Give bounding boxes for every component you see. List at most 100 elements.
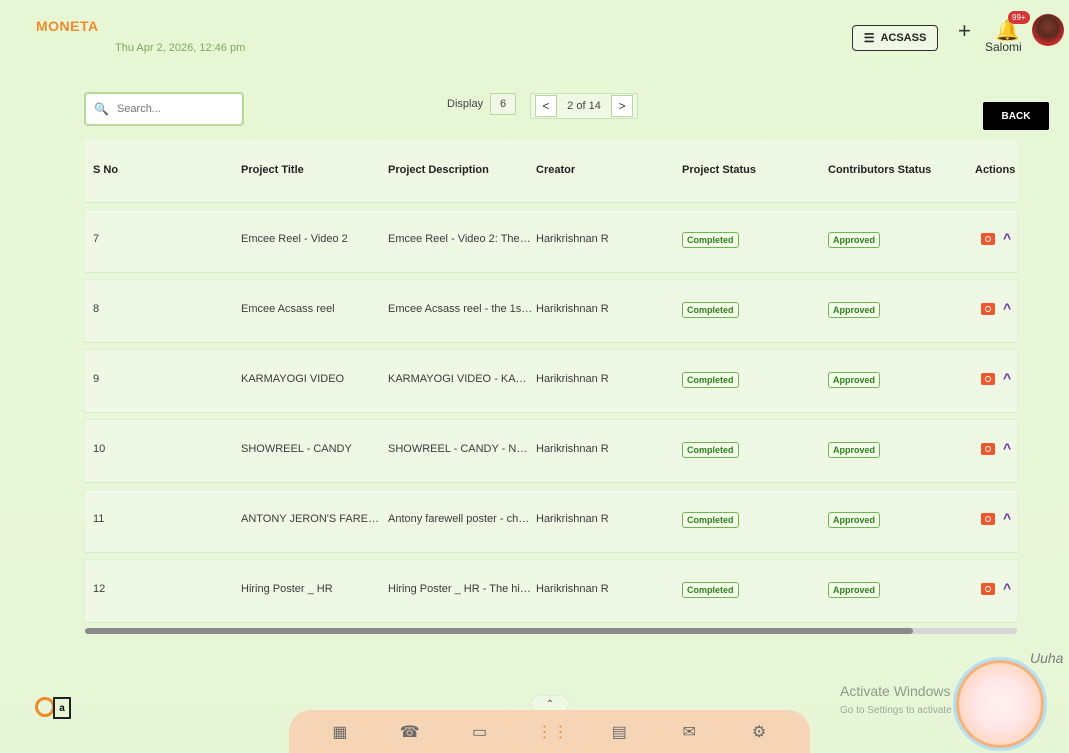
view-icon[interactable] xyxy=(981,443,995,455)
cell-creator: Harikrishnan R xyxy=(536,233,609,245)
table-row[interactable]: 8 Emcee Acsass reel Emcee Acsass reel - … xyxy=(85,280,1017,342)
project-status-badge: Completed xyxy=(682,442,739,458)
pagination: < 2 of 14 > xyxy=(530,93,638,119)
cell-description: KARMAYOGI VIDEO - KARMA… xyxy=(388,373,533,385)
contributors-status-badge: Approved xyxy=(828,512,881,528)
filter-icon: ☰ xyxy=(863,31,875,45)
activate-windows-title: Activate Windows xyxy=(840,683,951,699)
contributors-status-badge: Approved xyxy=(828,442,881,458)
contributors-status-badge: Approved xyxy=(828,302,881,318)
header-actions: Actions xyxy=(975,164,1016,176)
table-header: S No Project Title Project Description C… xyxy=(85,140,1017,203)
top-bar: MONETA Thu Apr 2, 2026, 12:46 pm ☰ ACSAS… xyxy=(0,0,1069,60)
project-status-badge: Completed xyxy=(682,512,739,528)
cell-sno: 10 xyxy=(93,443,106,455)
back-button[interactable]: BACK xyxy=(983,102,1049,130)
video-icon[interactable]: ▭ xyxy=(467,722,493,742)
megaphone-icon[interactable]: ✉ xyxy=(676,722,702,742)
mascot-avatar[interactable] xyxy=(956,660,1044,748)
user-avatar[interactable] xyxy=(1032,14,1064,46)
cell-creator: Harikrishnan R xyxy=(536,303,609,315)
circle-icon xyxy=(35,697,55,717)
current-datetime: Thu Apr 2, 2026, 12:46 pm xyxy=(115,42,246,54)
chevron-up-icon[interactable]: ^ xyxy=(1003,230,1011,246)
chevron-up-icon[interactable]: ^ xyxy=(1003,580,1011,596)
chevron-up-icon[interactable]: ^ xyxy=(1003,370,1011,386)
chevron-up-icon: ⌃ xyxy=(545,698,555,710)
next-page-button[interactable]: > xyxy=(611,95,633,117)
view-icon[interactable] xyxy=(981,233,995,245)
search-input[interactable] xyxy=(114,102,239,116)
cell-description: SHOWREEL - CANDY - Nearly… xyxy=(388,443,533,455)
chevron-up-icon[interactable]: ^ xyxy=(1003,510,1011,526)
cell-title: ANTONY JERON'S FAREWEL… xyxy=(241,513,381,525)
contributors-status-badge: Approved xyxy=(828,232,881,248)
dashboard-icon[interactable]: ▦ xyxy=(327,722,353,742)
project-status-badge: Completed xyxy=(682,232,739,248)
header-sno: S No xyxy=(93,164,119,176)
view-icon[interactable] xyxy=(981,583,995,595)
settings-icon[interactable]: ⚙ xyxy=(746,722,772,742)
cell-sno: 8 xyxy=(93,303,100,315)
horizontal-scrollbar[interactable] xyxy=(85,628,1017,634)
cell-creator: Harikrishnan R xyxy=(536,443,609,455)
header-project-status: Project Status xyxy=(682,164,756,176)
app-root: MONETA Thu Apr 2, 2026, 12:46 pm ☰ ACSAS… xyxy=(0,0,1069,753)
view-icon[interactable] xyxy=(981,513,995,525)
cell-title: SHOWREEL - CANDY xyxy=(241,443,352,455)
cell-description: Antony farewell poster - cha… xyxy=(388,513,533,525)
cell-title: KARMAYOGI VIDEO xyxy=(241,373,345,385)
cell-description: Hiring Poster _ HR - The hiri… xyxy=(388,583,533,595)
document-icon[interactable]: ▤ xyxy=(606,722,632,742)
cell-sno: 9 xyxy=(93,373,100,385)
header-creator: Creator xyxy=(536,164,576,176)
phone-icon[interactable]: ☎ xyxy=(397,722,423,742)
projects-table: S No Project Title Project Description C… xyxy=(85,140,1017,630)
table-row[interactable]: 11 ANTONY JERON'S FAREWEL… Antony farewe… xyxy=(85,490,1017,552)
chevron-up-icon[interactable]: ^ xyxy=(1003,300,1011,316)
table-row[interactable]: 10 SHOWREEL - CANDY SHOWREEL - CANDY - N… xyxy=(85,420,1017,482)
cell-sno: 11 xyxy=(93,513,105,525)
header-contributors-status: Contributors Status xyxy=(828,164,932,176)
organization-label: ACSASS xyxy=(880,32,927,44)
scrollbar-thumb[interactable] xyxy=(85,628,913,634)
user-name: Salomi xyxy=(985,40,1022,54)
display-label: Display xyxy=(447,98,484,110)
a-icon: a xyxy=(53,697,71,719)
display-count[interactable]: 6 xyxy=(490,93,516,115)
cell-creator: Harikrishnan R xyxy=(536,583,609,595)
cell-sno: 12 xyxy=(93,583,106,595)
signature: Uuha xyxy=(1030,650,1064,666)
header-project-title: Project Title xyxy=(241,164,304,176)
prev-page-button[interactable]: < xyxy=(535,95,557,117)
apps-icon[interactable]: ⋮⋮ xyxy=(536,722,568,742)
table-row[interactable]: 9 KARMAYOGI VIDEO KARMAYOGI VIDEO - KARM… xyxy=(85,350,1017,412)
notification-badge: 99+ xyxy=(1008,11,1030,24)
app-shortcut-icon[interactable]: a xyxy=(35,695,75,725)
project-status-badge: Completed xyxy=(682,372,739,388)
organization-button[interactable]: ☰ ACSASS xyxy=(852,25,938,51)
cell-description: Emcee Acsass reel - the 1st r… xyxy=(388,303,533,315)
search-box[interactable]: 🔍 xyxy=(84,92,244,126)
table-controls: 🔍 Display 6 < 2 of 14 > xyxy=(0,90,1069,130)
cell-creator: Harikrishnan R xyxy=(536,513,609,525)
view-icon[interactable] xyxy=(981,373,995,385)
search-icon: 🔍 xyxy=(94,102,109,116)
table-row[interactable]: 7 Emcee Reel - Video 2 Emcee Reel - Vide… xyxy=(85,210,1017,272)
cell-title: Emcee Acsass reel xyxy=(241,303,335,315)
add-button[interactable]: + xyxy=(958,18,971,44)
contributors-status-badge: Approved xyxy=(828,372,881,388)
cell-description: Emcee Reel - Video 2: The 2… xyxy=(388,233,533,245)
chevron-up-icon[interactable]: ^ xyxy=(1003,440,1011,456)
cell-sno: 7 xyxy=(93,233,100,245)
table-row[interactable]: 12 Hiring Poster _ HR Hiring Poster _ HR… xyxy=(85,560,1017,622)
view-icon[interactable] xyxy=(981,303,995,315)
project-status-badge: Completed xyxy=(682,302,739,318)
cell-title: Hiring Poster _ HR xyxy=(241,583,333,595)
cell-creator: Harikrishnan R xyxy=(536,373,609,385)
page-indicator: 2 of 14 xyxy=(567,100,601,112)
app-logo: MONETA xyxy=(36,18,99,34)
cell-title: Emcee Reel - Video 2 xyxy=(241,233,348,245)
contributors-status-badge: Approved xyxy=(828,582,881,598)
bottom-dock: ▦ ☎ ▭ ⋮⋮ ▤ ✉ ⚙ xyxy=(289,710,810,753)
